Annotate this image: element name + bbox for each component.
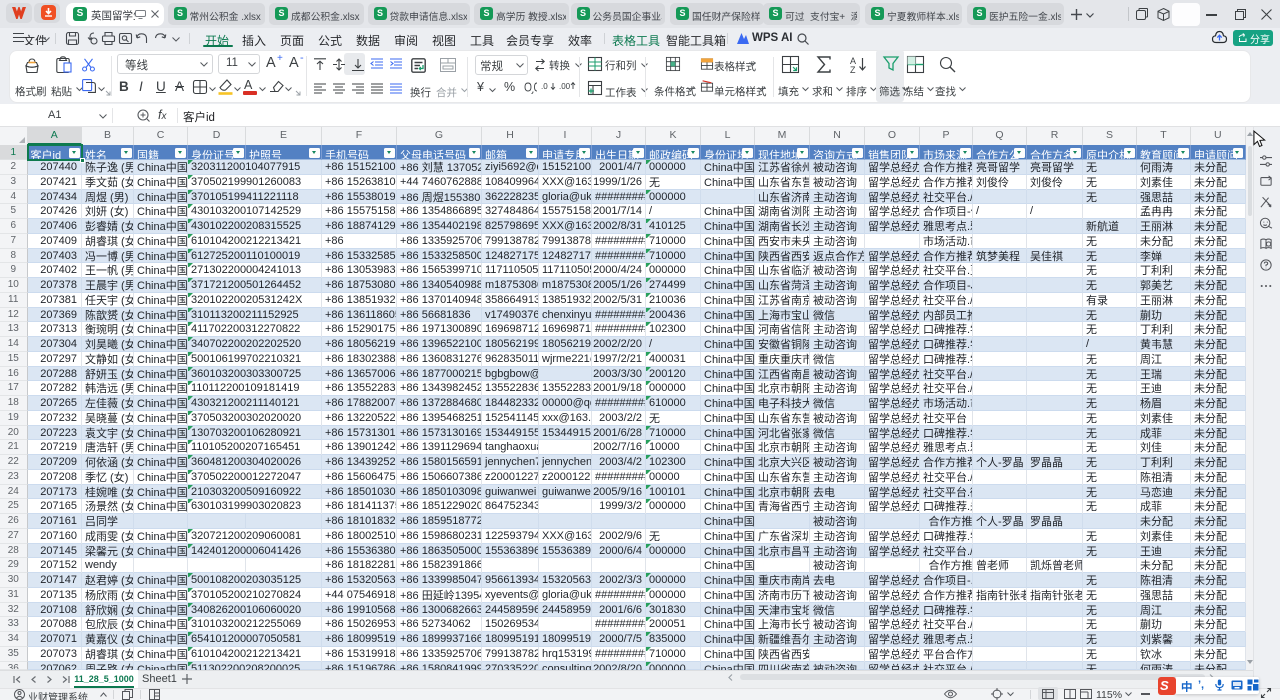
svg-text:.0: .0 <box>541 82 548 91</box>
svg-text:Z: Z <box>850 65 856 75</box>
svg-text:.00: .00 <box>559 82 571 91</box>
